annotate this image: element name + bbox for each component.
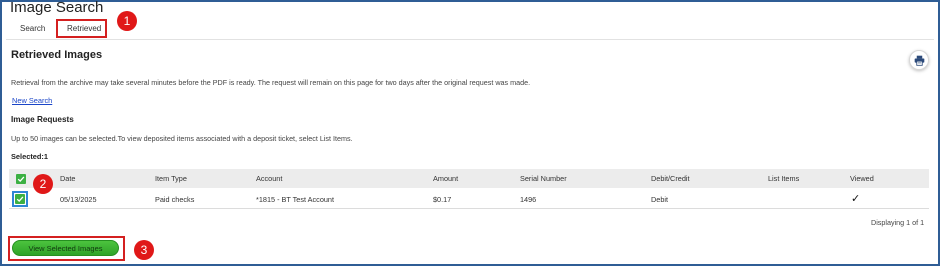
select-all-checkbox[interactable]	[16, 174, 26, 184]
row-select-checkbox[interactable]	[15, 194, 25, 204]
column-header-amount[interactable]: Amount	[433, 174, 458, 183]
new-search-link[interactable]: New Search	[12, 96, 52, 105]
view-selected-images-button[interactable]: View Selected Images	[12, 240, 119, 256]
table-header: Date Item Type Account Amount Serial Num…	[9, 169, 929, 188]
selected-count: Selected:1	[11, 152, 48, 161]
row-amount: $0.17	[433, 195, 452, 204]
column-header-debit-credit[interactable]: Debit/Credit	[651, 174, 690, 183]
row-item-type: Paid checks	[155, 195, 195, 204]
page-title: Image Search	[10, 0, 104, 16]
checkmark-icon	[17, 176, 25, 183]
print-button[interactable]	[909, 50, 929, 70]
image-requests-info: Up to 50 images can be selected.To view …	[11, 134, 353, 143]
column-header-item-type[interactable]: Item Type	[155, 174, 187, 183]
image-requests-heading: Image Requests	[11, 115, 74, 124]
retrieval-info-text: Retrieval from the archive may take seve…	[11, 78, 531, 87]
column-header-account[interactable]: Account	[256, 174, 282, 183]
callout-marker-3: 3	[134, 240, 154, 260]
checkmark-icon	[16, 196, 24, 203]
tab-divider	[6, 39, 934, 40]
row-debit-credit: Debit	[651, 195, 669, 204]
tab-search[interactable]: Search	[20, 24, 45, 33]
row-date: 05/13/2025	[60, 195, 97, 204]
viewed-checkmark-icon: ✓	[851, 193, 861, 205]
callout-marker-1: 1	[117, 11, 137, 31]
column-header-viewed[interactable]: Viewed	[850, 174, 874, 183]
column-header-date[interactable]: Date	[60, 174, 75, 183]
column-header-list-items[interactable]: List Items	[768, 174, 799, 183]
section-heading-retrieved-images: Retrieved Images	[11, 49, 103, 61]
highlight-box-retrieved-tab	[56, 19, 107, 38]
row-account: *1815 - BT Test Account	[256, 195, 335, 204]
callout-marker-2: 2	[33, 174, 53, 194]
column-header-serial-number[interactable]: Serial Number	[520, 174, 567, 183]
row-serial-number: 1496	[520, 195, 537, 204]
printer-icon	[914, 55, 924, 66]
table-row[interactable]: 05/13/2025 Paid checks *1815 - BT Test A…	[9, 189, 929, 209]
pagination-status: Displaying 1 of 1	[871, 218, 925, 227]
